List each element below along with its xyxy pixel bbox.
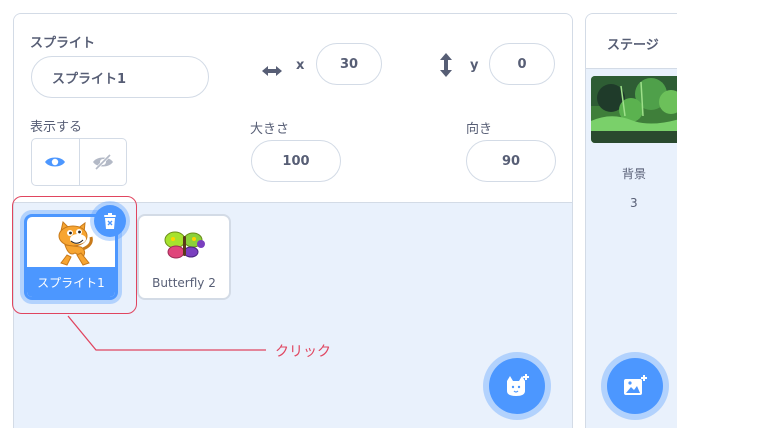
- hide-button[interactable]: [78, 139, 127, 185]
- backdrop-count: 3: [630, 196, 638, 210]
- image-add-icon: [624, 375, 647, 395]
- editor-target-pane: スプライト スプライト1 x 30 y 0 表示する 大きさ 100 向き 90…: [0, 0, 760, 428]
- butterfly-sprite-thumbnail: [164, 231, 205, 259]
- direction-input[interactable]: 90: [466, 140, 556, 182]
- y-label: y: [470, 58, 479, 73]
- stage-header: ステージ: [586, 14, 677, 69]
- direction-label: 向き: [466, 122, 493, 137]
- eye-slash-icon: [92, 153, 113, 171]
- x-label: x: [296, 58, 305, 73]
- cat-add-icon: [507, 374, 529, 396]
- stage-thumbnail[interactable]: [591, 76, 677, 143]
- sprite-info-panel: スプライト スプライト1 x 30 y 0 表示する 大きさ 100 向き 90: [14, 14, 572, 203]
- show-label: 表示する: [30, 120, 83, 135]
- backdrop-thumbnail-image: [591, 76, 677, 143]
- size-input[interactable]: 100: [251, 140, 341, 182]
- sprite-tile[interactable]: Butterfly 2: [137, 214, 231, 300]
- sprite-name-input[interactable]: スプライト1: [31, 56, 209, 98]
- callout-line: [67, 315, 266, 351]
- sprite-label: スプライト: [30, 36, 96, 51]
- add-sprite-button[interactable]: [489, 358, 545, 414]
- sprite-tile-name: Butterfly 2: [152, 276, 216, 290]
- visibility-toggle: [31, 138, 127, 186]
- y-position-input[interactable]: 0: [489, 43, 555, 85]
- horizontal-arrows-icon: [262, 66, 282, 76]
- backdrop-label: 背景: [622, 167, 647, 181]
- x-position-input[interactable]: 30: [316, 43, 382, 85]
- click-highlight-box: [12, 196, 137, 314]
- show-button[interactable]: [32, 139, 79, 185]
- click-annotation: クリック: [275, 344, 331, 360]
- stage-title: ステージ: [607, 38, 659, 53]
- add-backdrop-button[interactable]: [607, 358, 663, 414]
- vertical-arrows-icon: [440, 53, 452, 77]
- size-label: 大きさ: [250, 122, 290, 137]
- eye-icon: [45, 157, 66, 167]
